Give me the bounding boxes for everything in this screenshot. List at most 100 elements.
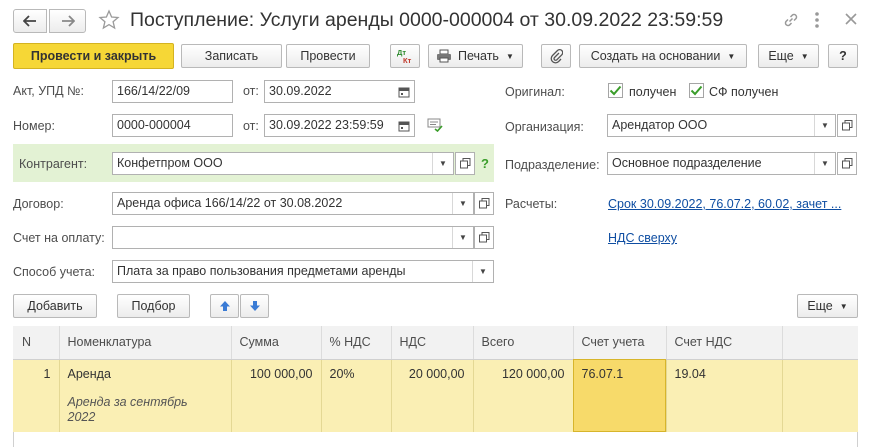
dt-kt-button[interactable]: Дт Кт — [390, 44, 420, 68]
col-vat-rate-header[interactable]: % НДС — [321, 326, 392, 360]
move-down-button[interactable] — [240, 294, 269, 318]
attach-button[interactable] — [541, 44, 571, 68]
create-based-on-button[interactable]: Создать на основании ▼ — [579, 44, 747, 68]
back-button[interactable] — [13, 9, 47, 33]
sf-received-checkbox[interactable] — [689, 83, 704, 98]
settlements-link[interactable]: Срок 30.09.2022, 76.07.2, 60.02, зачет .… — [608, 197, 841, 211]
row-vat-rate[interactable]: 20% — [321, 359, 392, 432]
col-account-header[interactable]: Счет учета — [573, 326, 667, 360]
row-total[interactable]: 120 000,00 — [473, 359, 574, 432]
dropdown-arrow-icon[interactable]: ▼ — [814, 115, 835, 136]
calendar-icon[interactable] — [394, 81, 414, 102]
save-button[interactable]: Записать — [181, 44, 282, 68]
row-item-name: Аренда — [67, 366, 111, 381]
dropdown-arrow-icon[interactable]: ▼ — [452, 227, 473, 248]
more-button[interactable]: Еще ▼ — [758, 44, 819, 68]
row-vat[interactable]: 20 000,00 — [391, 359, 474, 432]
row-item-content: Аренда за сентябрь 2022 — [67, 394, 188, 424]
add-row-button[interactable]: Добавить — [13, 294, 97, 318]
open-counterparty-button[interactable] — [455, 152, 475, 175]
col-sum-header[interactable]: Сумма — [231, 326, 322, 360]
organization-field[interactable]: Арендатор ООО ▼ — [607, 114, 836, 137]
table-more-label: Еще — [807, 299, 833, 313]
open-icon — [478, 198, 489, 209]
original-label: Оригинал: — [505, 85, 565, 99]
print-button[interactable]: Печать ▼ — [428, 44, 523, 68]
col-filler-header — [782, 326, 858, 360]
vat-on-top-link[interactable]: НДС сверху — [608, 231, 677, 245]
row-sum[interactable]: 100 000,00 — [231, 359, 322, 432]
paperclip-icon — [550, 48, 563, 64]
table-more-button[interactable]: Еще ▼ — [797, 294, 858, 318]
window-title: Поступление: Услуги аренды 0000-000004 о… — [130, 9, 724, 31]
received-checkbox[interactable] — [608, 83, 623, 98]
row-number[interactable]: 1 — [13, 359, 60, 432]
pick-button[interactable]: Подбор — [117, 294, 190, 318]
number-value: 0000-000004 — [117, 118, 191, 132]
col-item-header[interactable]: Номенклатура — [59, 326, 232, 360]
organization-value: Арендатор ООО — [612, 118, 708, 132]
counterparty-label: Контрагент: — [19, 157, 88, 171]
col-vat-header[interactable]: НДС — [391, 326, 474, 360]
close-icon[interactable] — [843, 11, 863, 31]
table-row[interactable]: 1 Аренда Аренда за сентябрь 2022 100 000… — [13, 359, 858, 432]
open-division-button[interactable] — [837, 152, 857, 175]
number-label: Номер: — [13, 119, 55, 133]
more-label: Еще — [768, 49, 794, 63]
checkmark-icon — [690, 85, 703, 96]
dropdown-arrow-icon[interactable]: ▼ — [452, 193, 473, 214]
link-icon[interactable] — [782, 11, 802, 31]
more-vertical-icon[interactable] — [814, 11, 828, 31]
contract-value: Аренда офиса 166/14/22 от 30.08.2022 — [117, 196, 343, 210]
help-button[interactable]: ? — [828, 44, 858, 68]
table-header-row: N Номенклатура Сумма % НДС НДС Всего Сче… — [13, 326, 858, 360]
open-icon — [459, 158, 470, 169]
arrow-right-icon — [61, 15, 75, 27]
invoice-label: Счет на оплату: — [13, 231, 105, 245]
accounting-method-label: Способ учета: — [13, 265, 96, 279]
division-field[interactable]: Основное подразделение ▼ — [607, 152, 836, 175]
checkmark-icon — [609, 85, 622, 96]
col-vat-account-header[interactable]: Счет НДС — [666, 326, 783, 360]
row-item[interactable]: Аренда Аренда за сентябрь 2022 — [59, 359, 232, 432]
arrow-up-icon — [219, 301, 230, 311]
forward-button[interactable] — [49, 9, 86, 33]
chevron-down-icon: ▼ — [800, 51, 809, 61]
number-field[interactable]: 0000-000004 — [112, 114, 233, 137]
calendar-icon[interactable] — [394, 115, 414, 136]
chevron-down-icon: ▼ — [505, 51, 514, 61]
favorite-star-icon[interactable] — [98, 9, 122, 33]
counterparty-field[interactable]: Конфетпром ООО ▼ — [112, 152, 454, 175]
dropdown-arrow-icon[interactable]: ▼ — [472, 261, 493, 282]
open-organization-button[interactable] — [837, 114, 857, 137]
row-filler — [782, 359, 858, 432]
open-contract-button[interactable] — [474, 192, 494, 215]
comment-icon[interactable] — [427, 118, 445, 134]
row-account[interactable]: 76.07.1 — [573, 359, 667, 432]
counterparty-value: Конфетпром ООО — [117, 156, 223, 170]
accounting-method-field[interactable]: Плата за право пользования предметами ар… — [112, 260, 494, 283]
invoice-field[interactable]: ▼ — [112, 226, 474, 249]
open-icon — [841, 120, 852, 131]
act-number-value: 166/14/22/09 — [117, 84, 190, 98]
dropdown-arrow-icon[interactable]: ▼ — [814, 153, 835, 174]
number-date-value: 30.09.2022 23:59:59 — [269, 118, 384, 132]
arrow-down-icon — [249, 301, 260, 311]
move-up-button[interactable] — [210, 294, 239, 318]
counterparty-help-icon[interactable]: ? — [481, 156, 489, 171]
act-date-field[interactable]: 30.09.2022 — [264, 80, 415, 103]
act-label: Акт, УПД №: — [13, 84, 84, 98]
post-button[interactable]: Провести — [286, 44, 370, 68]
settlements-label: Расчеты: — [505, 197, 558, 211]
dropdown-arrow-icon[interactable]: ▼ — [432, 153, 453, 174]
number-date-field[interactable]: 30.09.2022 23:59:59 — [264, 114, 415, 137]
row-vat-account[interactable]: 19.04 — [666, 359, 783, 432]
organization-label: Организация: — [505, 120, 584, 134]
contract-label: Договор: — [13, 197, 64, 211]
contract-field[interactable]: Аренда офиса 166/14/22 от 30.08.2022 ▼ — [112, 192, 474, 215]
act-number-field[interactable]: 166/14/22/09 — [112, 80, 233, 103]
post-and-close-button[interactable]: Провести и закрыть — [13, 43, 174, 69]
col-n-header[interactable]: N — [13, 326, 60, 360]
col-total-header[interactable]: Всего — [473, 326, 574, 360]
open-invoice-button[interactable] — [474, 226, 494, 249]
